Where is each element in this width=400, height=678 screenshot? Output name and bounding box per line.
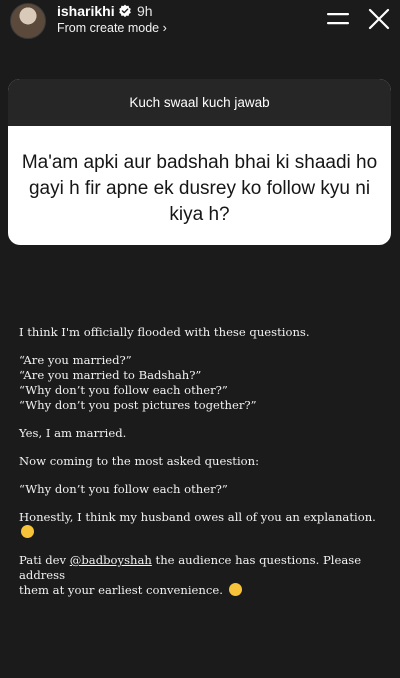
menu-icon[interactable]: [327, 11, 349, 27]
answer-quoted-question: “Why don’t you follow each other?”: [19, 482, 228, 496]
answer-honestly-text: Honestly, I think my husband owes all of…: [19, 510, 376, 524]
close-icon[interactable]: [368, 8, 390, 30]
answer-pati-line: Pati dev @badboyshah the audience has qu…: [19, 553, 393, 583]
question-sticker[interactable]: Kuch swaal kuch jawab Ma'am apki aur bad…: [8, 79, 391, 245]
question-text: Ma'am apki aur badshah bhai ki shaadi ho…: [21, 152, 378, 225]
username[interactable]: isharikhi: [57, 3, 115, 19]
question-list-item: “Why don’t you post pictures together?”: [19, 398, 257, 412]
pati-line2-text: them at your earliest convenience.: [19, 583, 223, 597]
mention-link[interactable]: @badboyshah: [70, 553, 152, 567]
answer-pati-line-2: them at your earliest convenience.: [19, 583, 393, 598]
create-mode-link[interactable]: From create mode ›: [57, 21, 167, 35]
question-sticker-title: Kuch swaal kuch jawab: [8, 79, 391, 126]
question-list-item: “Are you married to Badshah?”: [19, 368, 202, 382]
answer-coming: Now coming to the most asked question:: [19, 454, 260, 468]
avatar[interactable]: [10, 3, 46, 39]
question-list-item: “Are you married?”: [19, 353, 132, 367]
post-time: 9h: [137, 3, 153, 19]
pati-prefix: Pati dev: [19, 553, 70, 567]
answer-married: Yes, I am married.: [19, 426, 127, 440]
verified-badge-icon: [119, 4, 131, 18]
answer-intro: I think I'm officially flooded with thes…: [19, 325, 310, 339]
answer-honestly: Honestly, I think my husband owes all of…: [19, 510, 393, 540]
grinning-face-emoji-icon: [21, 525, 34, 538]
question-list-item: “Why don’t you follow each other?”: [19, 383, 228, 397]
story-header: isharikhi 9h From create mode ›: [0, 0, 400, 48]
rolling-laughing-emoji-icon: [228, 583, 242, 596]
answer-text: I think I'm officially flooded with thes…: [19, 325, 393, 598]
